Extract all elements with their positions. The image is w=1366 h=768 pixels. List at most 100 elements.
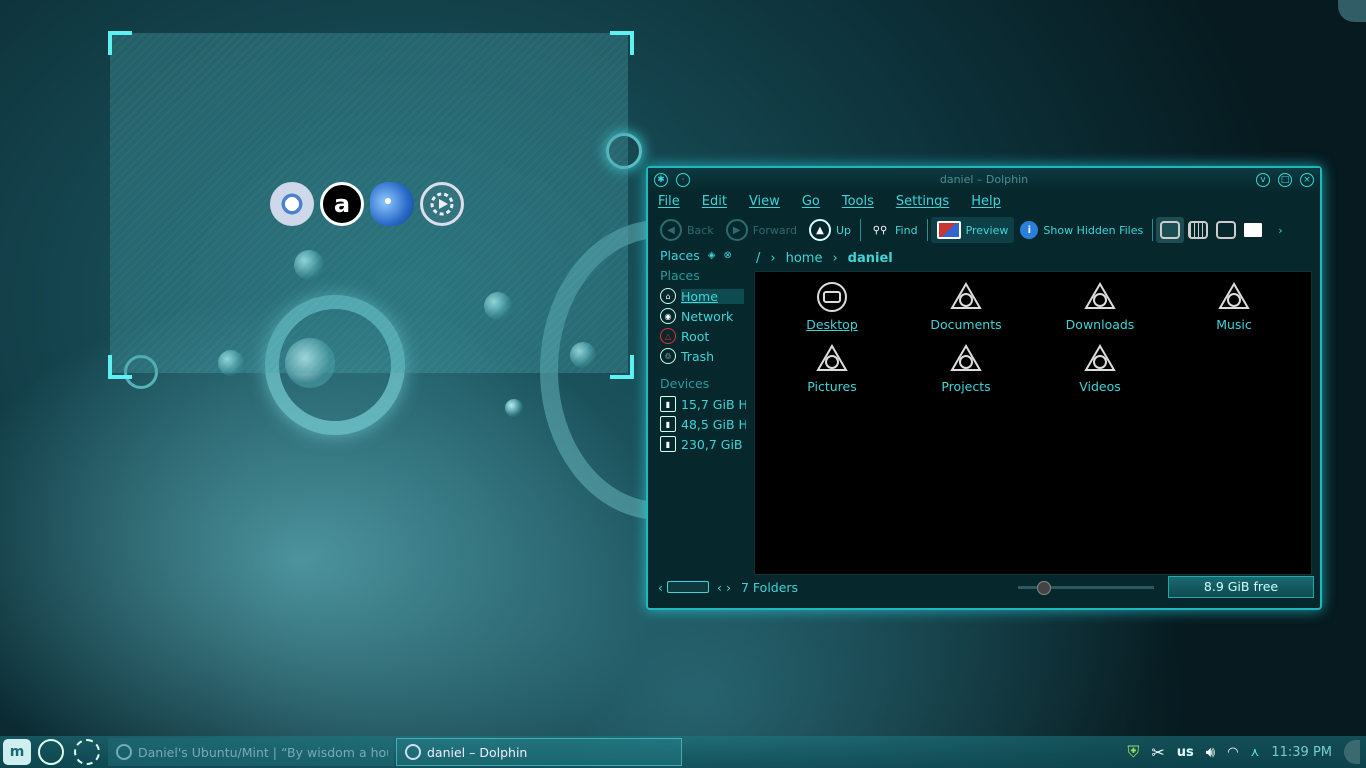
up-button[interactable]: ▲ Up [803, 217, 857, 243]
forward-label: Forward [752, 223, 797, 237]
breadcrumb-root[interactable]: / [756, 251, 760, 266]
folder-label: Pictures [807, 379, 857, 394]
menu-tools[interactable]: Tools [838, 194, 878, 214]
chromium-icon[interactable] [270, 182, 314, 226]
device-item[interactable]: ▮ 230,7 GiB H [654, 434, 746, 454]
places-item-trash[interactable]: ♲ Trash [654, 346, 746, 366]
avidemux-icon[interactable]: a [320, 182, 364, 226]
scissors-icon[interactable]: ✂ [1151, 743, 1164, 762]
toolbar-overflow-button[interactable]: › [1272, 217, 1288, 243]
zoom-slider[interactable] [1018, 580, 1154, 595]
back-label: Back [687, 223, 714, 237]
scroll-left-icon[interactable]: ‹ [717, 580, 722, 595]
back-button[interactable]: ◀ Back [654, 217, 720, 243]
compact-view-icon [1188, 221, 1209, 239]
notifications-icon[interactable]: ⋏ [1251, 745, 1260, 759]
activities-icon[interactable] [74, 739, 100, 765]
panel-toolbox-icon[interactable] [1344, 740, 1360, 764]
places-item-label: Root [681, 328, 710, 344]
desktop-toolbox-icon[interactable] [1338, 0, 1366, 22]
dolphin-launcher-icon[interactable] [38, 739, 64, 765]
close-icon[interactable]: × [1300, 173, 1314, 187]
folder-icon [950, 344, 982, 371]
task-label: daniel – Dolphin [427, 744, 528, 760]
menu-edit[interactable]: Edit [698, 194, 731, 214]
toolbar-separator [860, 219, 862, 241]
device-item[interactable]: ▮ 15,7 GiB Ha [654, 394, 746, 414]
preview-button[interactable]: Preview [930, 217, 1015, 243]
bluefish-icon[interactable] [370, 182, 414, 226]
menu-help[interactable]: Help [967, 194, 1005, 214]
up-arrow-icon: ▲ [808, 219, 831, 241]
keyboard-layout[interactable]: us [1177, 745, 1194, 760]
binoculars-icon: ⚲⚲ [872, 224, 888, 236]
show-hidden-files-button[interactable]: i Show Hidden Files [1014, 217, 1149, 243]
free-space-indicator: 8.9 GiB free [1168, 576, 1314, 598]
zoom-slider-handle[interactable] [1036, 580, 1051, 595]
trash-icon: ♲ [660, 348, 676, 364]
places-item-network[interactable]: ◉ Network [654, 306, 746, 326]
forward-arrow-icon: ▶ [725, 219, 748, 241]
folder-icon [1084, 344, 1116, 371]
folder-label: Music [1216, 317, 1252, 332]
task-browser[interactable]: Daniel's Ubuntu/Mint | “By wisdom a hous [108, 738, 394, 766]
folder-item[interactable]: Desktop [765, 282, 899, 332]
folder-item[interactable]: Pictures [765, 344, 899, 394]
breadcrumb-current[interactable]: daniel [848, 251, 893, 266]
file-view[interactable]: Desktop Documents Downloads Music Pictur… [754, 271, 1312, 575]
network-icon: ◉ [660, 308, 676, 324]
wifi-icon[interactable]: ◠ [1227, 745, 1238, 760]
split-view-button[interactable] [1240, 217, 1266, 243]
device-item[interactable]: ▮ 48,5 GiB Ha [654, 414, 746, 434]
minimize-icon[interactable]: v [1256, 173, 1270, 187]
places-scroll-left-icon[interactable]: ‹ [658, 580, 663, 595]
preview-image-icon [936, 221, 961, 239]
folder-item[interactable]: Music [1167, 282, 1301, 332]
titlebar[interactable]: ✱ · daniel – Dolphin v □ × [648, 168, 1320, 192]
panel-close-icon[interactable]: ⊗ [723, 250, 731, 261]
mint-menu-icon[interactable]: m [3, 739, 31, 765]
volume-icon[interactable]: 🔊︎ [1206, 743, 1215, 761]
maximize-icon[interactable]: □ [1278, 173, 1292, 187]
root-icon: △ [660, 328, 676, 344]
menu-view[interactable]: View [745, 194, 784, 214]
menubar: File Edit View Go Tools Settings Help [654, 194, 1005, 214]
split-view-icon [1244, 223, 1263, 237]
toolbar: ◀ Back ▶ Forward ▲ Up ⚲⚲ Find Preview i … [654, 216, 1314, 244]
icons-view-button[interactable] [1156, 217, 1185, 243]
dolphin-task-icon [405, 744, 421, 760]
scroll-right-icon[interactable]: › [726, 580, 731, 595]
folder-icon [950, 282, 982, 309]
widget-corner [610, 31, 634, 55]
breadcrumb-home[interactable]: home [786, 251, 823, 266]
folder-item[interactable]: Documents [899, 282, 1033, 332]
icons-view-icon [1160, 221, 1181, 239]
places-item-home[interactable]: ⌂ Home [654, 286, 746, 306]
folder-item[interactable]: Videos [1033, 344, 1167, 394]
menu-go[interactable]: Go [798, 194, 824, 214]
media-player-icon[interactable] [420, 182, 464, 226]
clock[interactable]: 11:39 PM [1271, 745, 1332, 760]
shield-icon[interactable]: ⛨ [1127, 742, 1139, 762]
folder-label: Projects [941, 379, 991, 394]
folder-item[interactable]: Projects [899, 344, 1033, 394]
forward-button[interactable]: ▶ Forward [720, 217, 803, 243]
folder-item[interactable]: Downloads [1033, 282, 1167, 332]
find-button[interactable]: ⚲⚲ Find [864, 217, 924, 243]
system-tray: ⛨ ✂ us 🔊︎ ◠ ⋏ 11:39 PM [1127, 736, 1366, 768]
task-dolphin[interactable]: daniel – Dolphin [396, 738, 682, 766]
widget-corner [108, 31, 132, 55]
taskbar: m Daniel's Ubuntu/Mint | “By wisdom a ho… [0, 736, 1366, 768]
menu-settings[interactable]: Settings [892, 194, 953, 214]
desktop-folder-icon [817, 282, 847, 312]
folder-label: Documents [930, 317, 1002, 332]
places-item-root[interactable]: △ Root [654, 326, 746, 346]
details-view-button[interactable] [1212, 217, 1240, 243]
panel-float-icon[interactable]: ◈ [708, 250, 716, 261]
menu-file[interactable]: File [654, 194, 684, 214]
breadcrumb-separator-icon: › [770, 250, 776, 266]
device-label: 48,5 GiB Ha [681, 416, 746, 432]
places-scrollbar[interactable] [667, 581, 709, 593]
compact-view-button[interactable] [1184, 217, 1212, 243]
places-item-label: Trash [681, 348, 715, 364]
